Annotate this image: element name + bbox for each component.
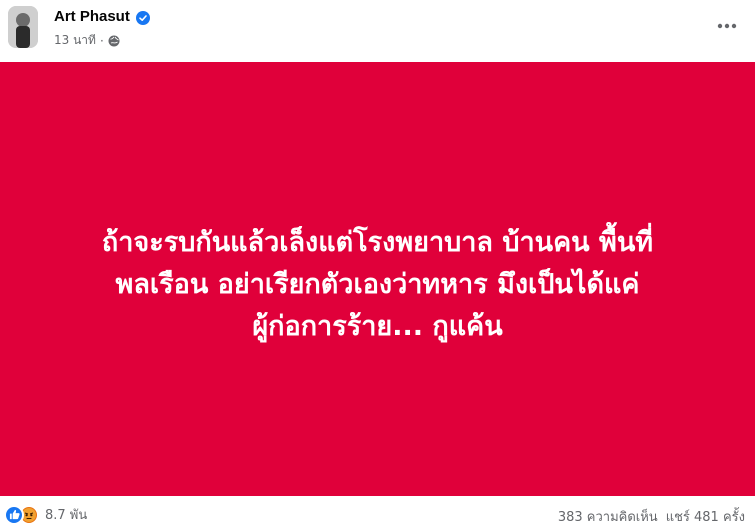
post-timestamp[interactable]: 13 นาที — [54, 31, 96, 50]
post-text-line: ถ้าจะรบกันแล้วเล็งแต่โรงพยาบาล บ้านคน พื… — [101, 227, 654, 258]
post-footer: 8.7 พัน 383 ความคิดเห็น แชร์ 481 ครั้ง — [0, 496, 755, 532]
like-icon — [4, 504, 24, 525]
post-content[interactable]: ถ้าจะรบกันแล้วเล็งแต่โรงพยาบาล บ้านคน พื… — [0, 62, 755, 496]
post-header: Art Phasut 13 นาที · — [0, 0, 755, 62]
comments-count-link[interactable]: 383 ความคิดเห็น — [558, 506, 658, 527]
avatar[interactable] — [8, 6, 38, 48]
reaction-count: 8.7 พัน — [45, 508, 88, 523]
shares-count-link[interactable]: แชร์ 481 ครั้ง — [666, 506, 745, 527]
author-name[interactable]: Art Phasut — [54, 8, 130, 25]
verified-badge-icon — [135, 10, 150, 25]
meta-separator: · — [99, 33, 104, 48]
more-dots-icon — [717, 23, 737, 29]
post-text: ถ้าจะรบกันแล้วเล็งแต่โรงพยาบาล บ้านคน พื… — [8, 210, 748, 348]
reactions-summary[interactable]: 8.7 พัน — [4, 504, 87, 525]
post-text-line: ผู้ก่อการร้าย... กูแค้น — [252, 311, 503, 342]
globe-icon — [108, 35, 120, 47]
more-options-button[interactable] — [713, 14, 741, 38]
post-text-line: พลเรือน อย่าเรียกตัวเองว่าทหาร มึงเป็นได… — [115, 269, 640, 300]
engagement-stats: 383 ความคิดเห็น แชร์ 481 ครั้ง — [558, 506, 745, 527]
